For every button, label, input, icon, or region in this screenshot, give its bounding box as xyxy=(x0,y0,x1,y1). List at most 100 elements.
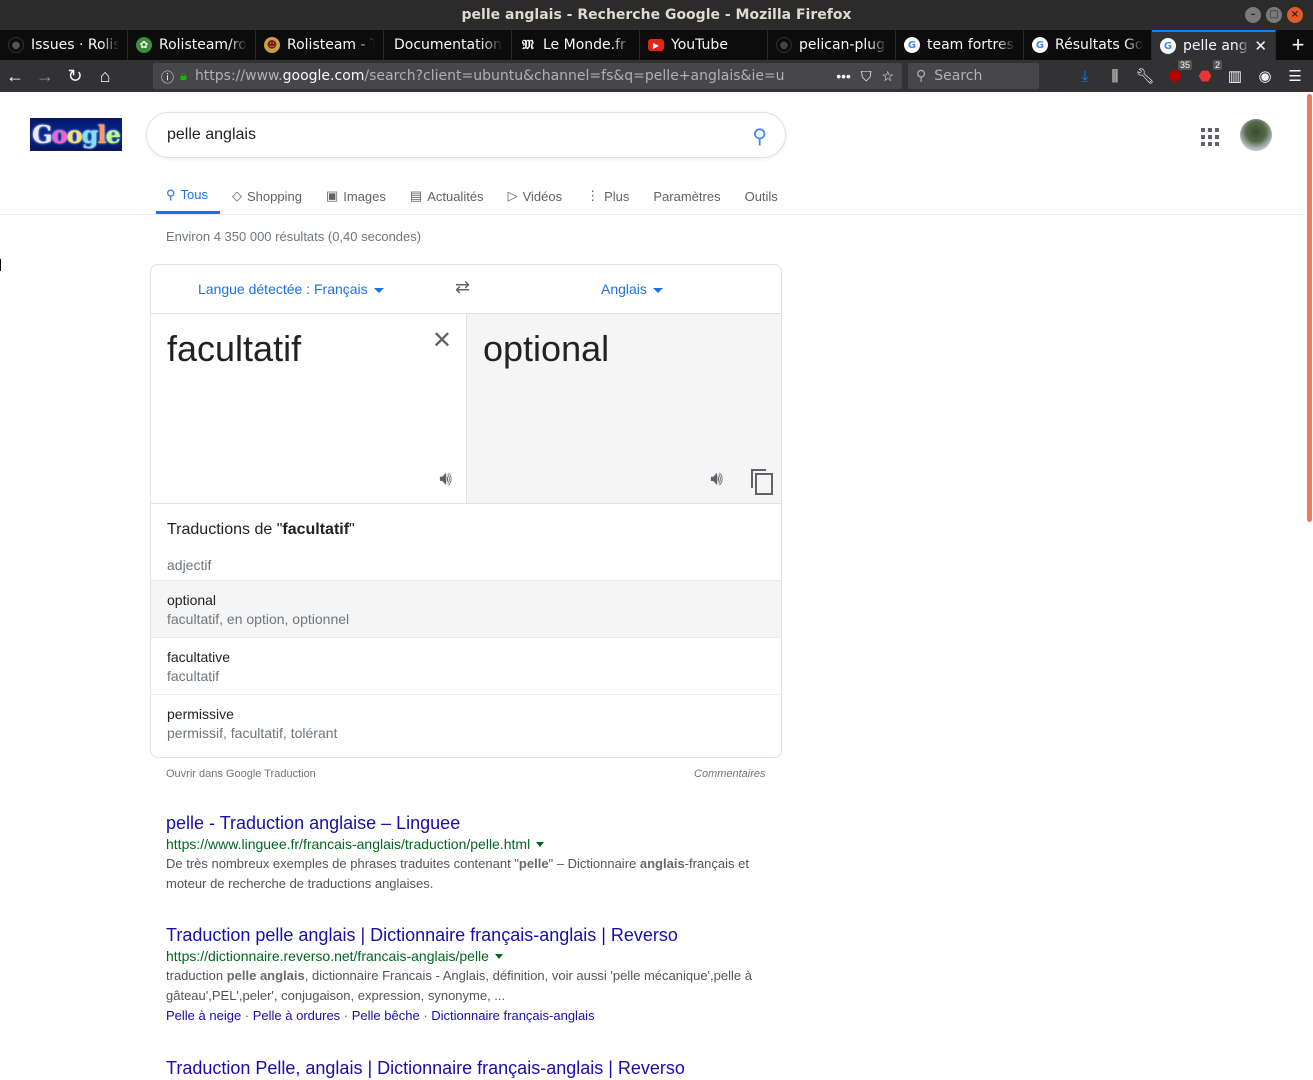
google-search-input[interactable]: pelle anglais ⚲ xyxy=(146,112,786,158)
result-title-link[interactable]: pelle - Traduction anglaise – Linguee xyxy=(166,812,776,834)
result-title-link[interactable]: Traduction pelle anglais | Dictionnaire … xyxy=(166,924,776,946)
browser-tab[interactable]: Documentation xyxy=(384,30,512,60)
adblock-icon[interactable]: ⬣ 2 xyxy=(1195,60,1222,86)
info-icon[interactable]: ⓘ xyxy=(161,67,174,86)
minimize-button[interactable]: – xyxy=(1245,7,1261,23)
caret-down-icon xyxy=(652,287,663,293)
github-icon: ✿ xyxy=(136,37,152,53)
speaker-icon[interactable]: 🔊︎ xyxy=(439,468,452,491)
target-text: optional xyxy=(483,328,610,369)
lock-icon: 🔒︎ xyxy=(180,68,187,83)
open-in-translate-link[interactable]: Ouvrir dans Google Traduction xyxy=(166,768,316,780)
tab-settings[interactable]: Paramètres xyxy=(641,178,732,214)
page-content: Google pelle anglais ⚲ ⚲ Tous ◇ Shopping ▣… xyxy=(0,92,1313,1080)
sitelink[interactable]: Pelle bêche xyxy=(352,1008,420,1023)
browser-tab[interactable]: ✿ Rolisteam/rolisteam xyxy=(128,30,256,60)
page-scrollbar[interactable] xyxy=(1305,92,1313,1080)
google-icon: G xyxy=(1032,37,1048,53)
menu-icon[interactable]: ☰ xyxy=(1285,66,1305,86)
google-doodle-logo[interactable]: Google xyxy=(30,118,122,151)
search-result: Traduction Pelle, anglais | Dictionnaire… xyxy=(166,1057,776,1079)
translation-row[interactable]: permissive permissif, facultatif, toléra… xyxy=(151,694,781,751)
ublock-icon[interactable]: ⬢ 35 xyxy=(1165,60,1192,86)
window-title: pelle anglais - Recherche Google - Mozil… xyxy=(461,7,852,23)
translation-row[interactable]: optional facultatif, en option, optionne… xyxy=(151,580,781,637)
search-tabs: ⚲ Tous ◇ Shopping ▣ Images ▤ Actualités ▷ Vid… xyxy=(156,178,790,214)
google-apps-icon[interactable] xyxy=(1201,128,1219,146)
wrench-icon[interactable]: 🔧︎ xyxy=(1135,66,1155,86)
download-icon[interactable]: ⤓ xyxy=(1075,66,1095,86)
more-vert-icon: ⋮ xyxy=(586,188,600,203)
sitelink[interactable]: Pelle à neige xyxy=(166,1008,241,1023)
home-button[interactable]: ⌂ xyxy=(90,62,120,90)
url-bar[interactable]: ⓘ 🔒︎ https://www.google.com/search?clien… xyxy=(153,63,902,89)
browser-tab[interactable]: ● Issues · Rolisteam xyxy=(0,30,128,60)
window-titlebar: pelle anglais - Recherche Google - Mozil… xyxy=(0,0,1313,30)
search-icon: ⚲ xyxy=(166,186,176,202)
library-icon[interactable]: ⫼ xyxy=(1105,66,1125,86)
copy-icon[interactable] xyxy=(751,469,773,495)
close-window-button[interactable]: × xyxy=(1287,7,1303,23)
close-tab-icon[interactable]: ✕ xyxy=(1254,37,1267,55)
source-text: facultatif xyxy=(167,328,302,369)
swap-languages-icon[interactable]: ⇄ xyxy=(455,277,470,298)
sitelink[interactable]: Dictionnaire français-anglais xyxy=(431,1008,594,1023)
tab-images[interactable]: ▣ Images xyxy=(314,178,398,214)
part-of-speech: adjectif xyxy=(167,557,212,573)
browser-tab[interactable]: ● pelican-plugins xyxy=(768,30,896,60)
account-icon[interactable]: ◉ xyxy=(1255,66,1275,86)
github-icon: ● xyxy=(8,37,24,53)
pocket-icon[interactable]: ⛉ xyxy=(861,68,872,85)
browser-tab[interactable]: G Résultats Google xyxy=(1024,30,1152,60)
maximize-button[interactable]: □ xyxy=(1266,7,1282,23)
browser-tab-bar: ● Issues · Rolisteam ✿ Rolisteam/roliste… xyxy=(0,30,1313,60)
sitelink[interactable]: Pelle à ordures xyxy=(253,1008,340,1023)
forward-button[interactable]: → xyxy=(30,62,60,90)
google-icon: G xyxy=(904,37,920,53)
search-bar-placeholder: Search xyxy=(934,68,983,84)
window-controls: – □ × xyxy=(1245,7,1303,23)
language-row: Langue détectée : Français ⇄ Anglais xyxy=(151,265,781,314)
reload-button[interactable]: ↻ xyxy=(60,62,90,90)
tab-more[interactable]: ⋮ Plus xyxy=(574,178,641,214)
translations-heading: Traductions de "facultatif" xyxy=(167,521,355,538)
result-title-link[interactable]: Traduction Pelle, anglais | Dictionnaire… xyxy=(166,1057,776,1079)
reader-view-icon[interactable]: ▥ xyxy=(1225,66,1245,86)
image-icon: ▣ xyxy=(325,188,339,203)
target-language-select[interactable]: Anglais xyxy=(601,281,663,297)
search-result: Traduction pelle anglais | Dictionnaire … xyxy=(166,924,776,1026)
tab-news[interactable]: ▤ Actualités xyxy=(398,178,496,214)
dropdown-arrow-icon[interactable] xyxy=(494,953,503,959)
translation-row[interactable]: facultative facultatif xyxy=(151,637,781,694)
browser-tab-active[interactable]: G pelle anglais ✕ xyxy=(1152,30,1276,60)
result-url: https://www.linguee.fr/francais-anglais/… xyxy=(166,834,776,854)
browser-tab[interactable]: ☻ Rolisteam - Tutorial xyxy=(256,30,384,60)
source-language-select[interactable]: Langue détectée : Français xyxy=(198,281,384,297)
navigation-toolbar: ← → ↻ ⌂ ⓘ 🔒︎ https://www.google.com/sear… xyxy=(0,60,1313,92)
tab-shopping[interactable]: ◇ Shopping xyxy=(220,178,314,214)
browser-tab[interactable]: ▶ YouTube xyxy=(640,30,768,60)
browser-tab[interactable]: G team fortress xyxy=(896,30,1024,60)
dropdown-arrow-icon[interactable] xyxy=(536,841,545,847)
feedback-link[interactable]: Commentaires xyxy=(694,768,766,780)
tab-videos[interactable]: ▷ Vidéos xyxy=(496,178,575,214)
back-button[interactable]: ← xyxy=(0,62,30,90)
bookmark-star-icon[interactable]: ☆ xyxy=(881,68,894,85)
tab-tools[interactable]: Outils xyxy=(733,178,790,214)
target-text-area: optional 🔊︎ xyxy=(467,314,781,504)
scrollbar-thumb[interactable] xyxy=(1307,94,1312,522)
source-text-area[interactable]: facultatif ✕ 🔊︎ xyxy=(151,314,467,504)
avatar[interactable] xyxy=(1240,119,1272,151)
tab-all[interactable]: ⚲ Tous xyxy=(156,178,220,214)
speaker-icon[interactable]: 🔊︎ xyxy=(710,468,723,491)
new-tab-button[interactable]: + xyxy=(1283,30,1313,60)
text-cursor xyxy=(0,259,1,271)
browser-tab[interactable]: 𝔐 Le Monde.fr xyxy=(512,30,640,60)
search-icon[interactable]: ⚲ xyxy=(752,124,767,149)
clear-icon[interactable]: ✕ xyxy=(432,326,452,355)
page-actions-icon[interactable]: ••• xyxy=(836,68,851,85)
search-bar[interactable]: ⚲ Search xyxy=(908,63,1039,89)
rolisteam-icon: ☻ xyxy=(264,37,280,53)
result-url: https://dictionnaire.reverso.net/francai… xyxy=(166,946,776,966)
search-result: pelle - Traduction anglaise – Linguee ht… xyxy=(166,812,776,894)
